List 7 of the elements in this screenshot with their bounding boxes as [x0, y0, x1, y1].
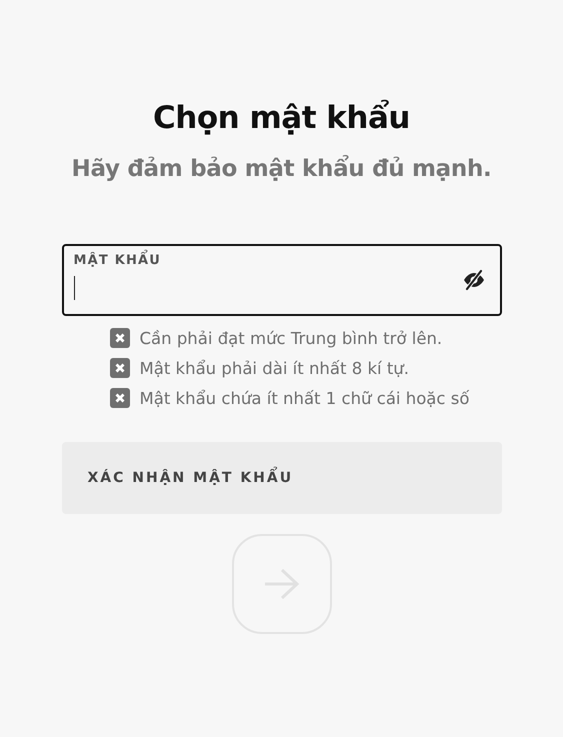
requirement-text: Mật khẩu phải dài ít nhất 8 kí tự.	[140, 358, 410, 378]
requirement-text: Mật khẩu chứa ít nhất 1 chữ cái hoặc số	[140, 388, 470, 408]
requirement-text: Cần phải đạt mức Trung bình trở lên.	[140, 328, 442, 348]
page-title: Chọn mật khẩu	[153, 100, 410, 136]
password-field[interactable]: MẬT KHẨU	[62, 244, 502, 316]
page-subtitle: Hãy đảm bảo mật khẩu đủ mạnh.	[72, 156, 492, 182]
confirm-password-field[interactable]: XÁC NHẬN MẬT KHẨU	[62, 442, 502, 514]
